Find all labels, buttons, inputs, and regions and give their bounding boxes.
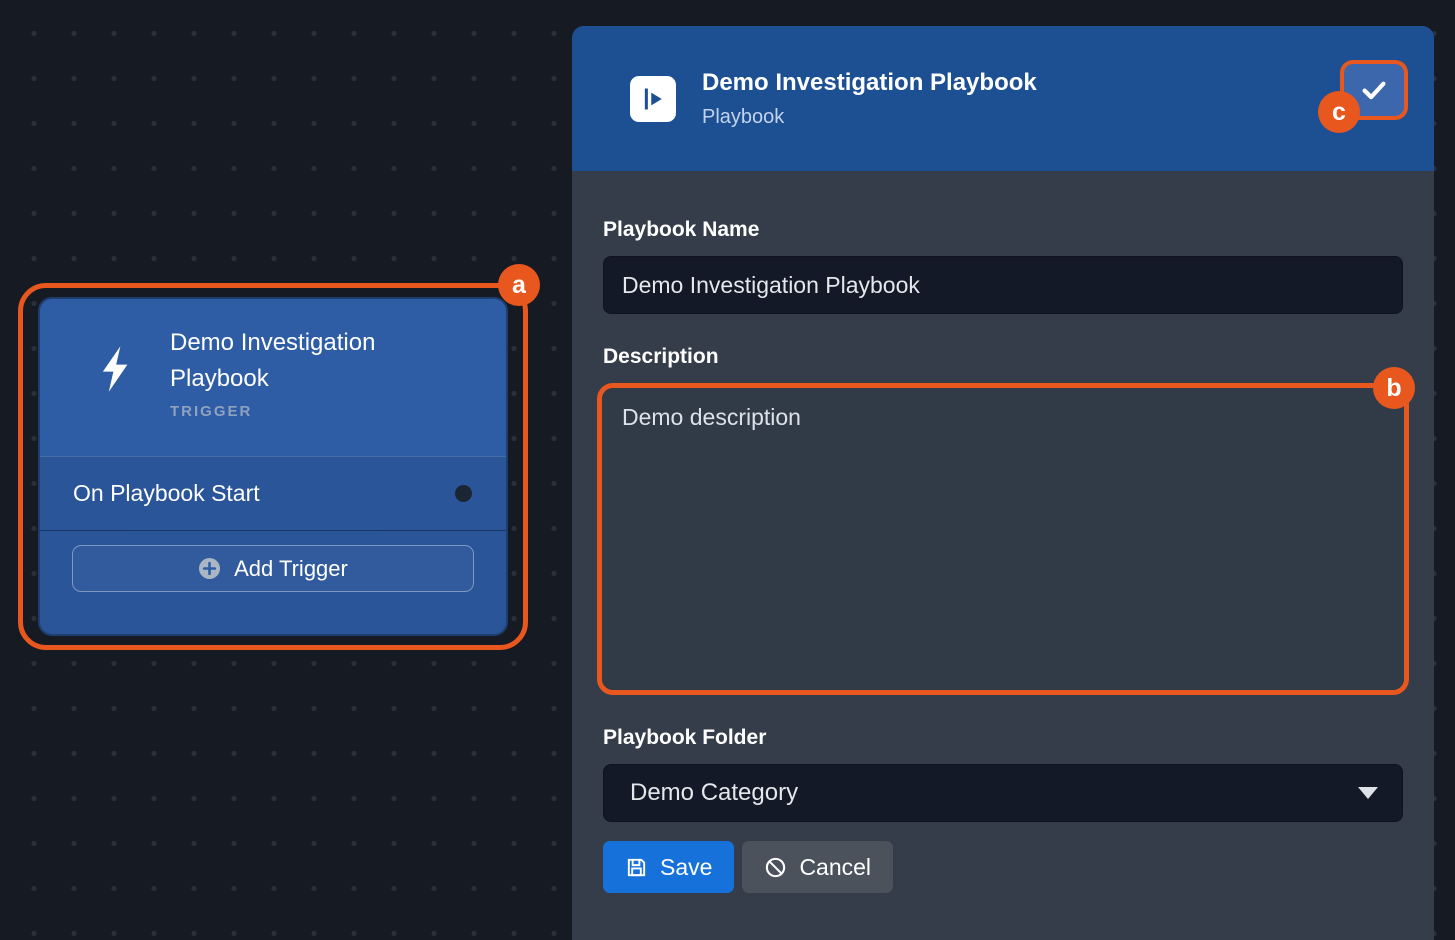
- description-textarea[interactable]: Demo description: [602, 388, 1404, 690]
- playbook-icon: [630, 76, 676, 122]
- panel-header: Demo Investigation Playbook Playbook c: [572, 26, 1434, 171]
- node-title-block: Demo Investigation Playbook TRIGGER: [170, 325, 422, 440]
- check-icon: [1358, 75, 1390, 105]
- panel-header-texts: Demo Investigation Playbook Playbook: [702, 69, 1037, 129]
- node-header: Demo Investigation Playbook TRIGGER: [40, 299, 506, 456]
- connector-dot[interactable]: [455, 485, 472, 502]
- trigger-item-label: On Playbook Start: [73, 480, 260, 507]
- add-trigger-button[interactable]: Add Trigger: [72, 545, 474, 592]
- plus-icon: [198, 557, 221, 580]
- annotation-box-a: a Demo Investigation Playbook TRIGGER On…: [18, 283, 528, 650]
- playbook-folder-select[interactable]: Demo Category: [603, 764, 1403, 822]
- panel-subtitle: Playbook: [702, 106, 1037, 129]
- save-icon: [625, 856, 648, 879]
- node-footer: Add Trigger: [40, 531, 506, 634]
- trigger-list-item[interactable]: On Playbook Start: [40, 456, 506, 531]
- playbook-folder-label: Playbook Folder: [603, 726, 1403, 750]
- annotation-badge-a: a: [498, 264, 540, 306]
- cancel-button[interactable]: Cancel: [742, 841, 893, 893]
- add-trigger-label: Add Trigger: [234, 556, 348, 582]
- node-title: Demo Investigation Playbook: [170, 325, 422, 397]
- confirm-button-wrap: c: [1340, 60, 1408, 120]
- panel-body: Playbook Name Description b Demo descrip…: [572, 218, 1434, 893]
- save-label: Save: [660, 854, 712, 881]
- save-button[interactable]: Save: [603, 841, 734, 893]
- caret-down-icon: [1358, 787, 1378, 799]
- annotation-badge-b: b: [1373, 367, 1415, 409]
- cancel-icon: [764, 856, 787, 879]
- playbook-editor-panel: Demo Investigation Playbook Playbook c P…: [572, 26, 1434, 940]
- trigger-node[interactable]: Demo Investigation Playbook TRIGGER On P…: [38, 297, 508, 636]
- panel-title: Demo Investigation Playbook: [702, 69, 1037, 97]
- description-label: Description: [603, 345, 1403, 369]
- folder-selected-value: Demo Category: [630, 779, 798, 807]
- annotation-box-b: b Demo description: [597, 383, 1409, 695]
- node-type-label: TRIGGER: [170, 403, 422, 420]
- playbook-name-input[interactable]: [603, 256, 1403, 314]
- form-actions: Save Cancel: [603, 841, 1403, 893]
- annotation-badge-c: c: [1318, 91, 1360, 133]
- playbook-name-label: Playbook Name: [603, 218, 1403, 242]
- lightning-icon: [95, 343, 137, 440]
- cancel-label: Cancel: [799, 854, 871, 881]
